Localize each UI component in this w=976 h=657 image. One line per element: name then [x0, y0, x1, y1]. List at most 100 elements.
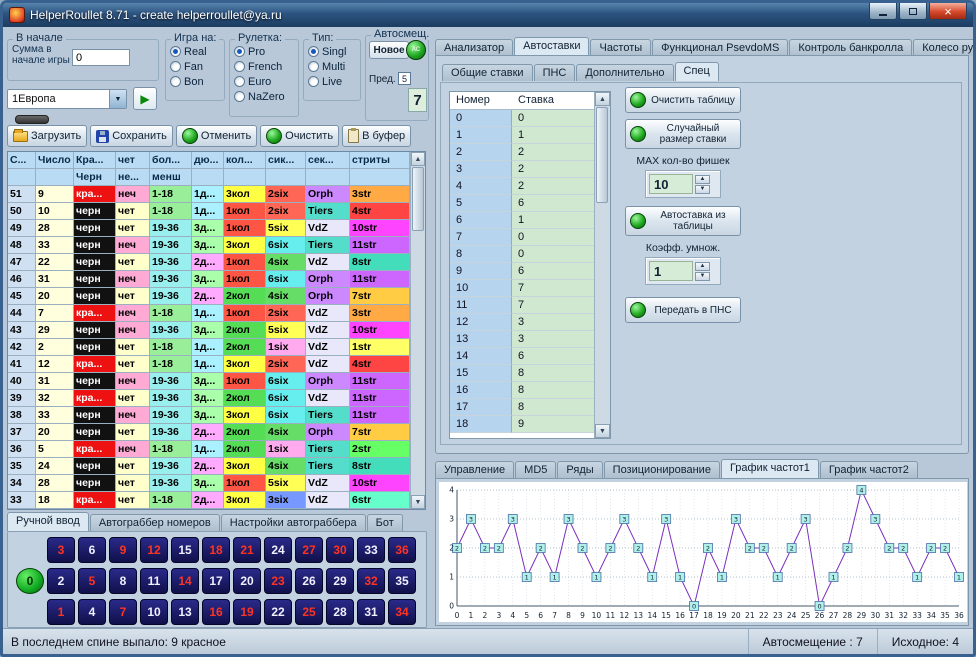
num-cell-3[interactable]: 3 — [47, 537, 75, 563]
num-cell-36[interactable]: 36 — [388, 537, 416, 563]
stake-row-17[interactable]: 178 — [450, 399, 596, 416]
radio-euro[interactable]: Euro — [234, 74, 297, 89]
random-stake-button[interactable]: Случайный размер ставки — [625, 119, 741, 149]
num-cell-0[interactable]: 0 — [16, 568, 44, 594]
num-cell-22[interactable]: 22 — [264, 599, 292, 625]
num-cell-27[interactable]: 27 — [295, 537, 323, 563]
history-row-44[interactable]: 447кра...неч1-181д...1кол2sixVdZ3str — [8, 305, 410, 322]
chart-tab-0[interactable]: Управление — [435, 461, 514, 478]
history-row-43[interactable]: 4329черннеч19-363д...2кол5sixVdZ10str — [8, 322, 410, 339]
stake-row-3[interactable]: 32 — [450, 161, 596, 178]
main-tab-2[interactable]: Частоты — [590, 39, 651, 56]
stake-row-10[interactable]: 107 — [450, 280, 596, 297]
stake-row-16[interactable]: 168 — [450, 382, 596, 399]
stake-row-14[interactable]: 146 — [450, 348, 596, 365]
history-row-38[interactable]: 3833черннеч19-363д...3кол6sixTiers11str — [8, 407, 410, 424]
stake-row-8[interactable]: 80 — [450, 246, 596, 263]
max-chips-value[interactable]: 10 — [649, 174, 693, 194]
save-button[interactable]: Сохранить — [90, 125, 173, 147]
num-cell-34[interactable]: 34 — [388, 599, 416, 625]
num-cell-8[interactable]: 8 — [109, 568, 137, 594]
radio-real[interactable]: Real — [170, 44, 223, 59]
autoshift-icon[interactable] — [406, 40, 426, 60]
num-cell-15[interactable]: 15 — [171, 537, 199, 563]
history-row-49[interactable]: 4928чернчет19-363д...1кол5sixVdZ10str — [8, 220, 410, 237]
clear-button[interactable]: Очистить — [260, 125, 339, 147]
collapse-button[interactable] — [15, 115, 49, 124]
sub-tab-2[interactable]: Дополнительно — [576, 64, 673, 81]
num-cell-35[interactable]: 35 — [388, 568, 416, 594]
stepper-down-icon[interactable]: ▼ — [695, 185, 710, 194]
radio-live[interactable]: Live — [308, 74, 359, 89]
undo-button[interactable]: Отменить — [176, 125, 257, 147]
num-cell-28[interactable]: 28 — [326, 599, 354, 625]
chart-tab-5[interactable]: График частот2 — [820, 461, 918, 478]
maximize-button[interactable] — [899, 3, 927, 20]
radio-nazero[interactable]: NaZero — [234, 89, 297, 104]
stake-row-1[interactable]: 11 — [450, 127, 596, 144]
num-cell-19[interactable]: 19 — [233, 599, 261, 625]
main-tab-0[interactable]: Анализатор — [435, 39, 513, 56]
close-button[interactable]: × — [929, 3, 967, 20]
history-row-39[interactable]: 3932кра...чет19-363д...2кол6sixVdZ11str — [8, 390, 410, 407]
num-cell-5[interactable]: 5 — [78, 568, 106, 594]
stake-row-9[interactable]: 96 — [450, 263, 596, 280]
radio-multi[interactable]: Multi — [308, 59, 359, 74]
chart-tab-4[interactable]: График частот1 — [721, 459, 819, 478]
history-row-51[interactable]: 519кра...неч1-181д...3кол2sixOrph3str — [8, 186, 410, 203]
stake-row-6[interactable]: 61 — [450, 212, 596, 229]
history-row-35[interactable]: 3524чернчет19-362д...3кол4sixTiers8str — [8, 458, 410, 475]
num-cell-29[interactable]: 29 — [326, 568, 354, 594]
radio-french[interactable]: French — [234, 59, 297, 74]
num-cell-10[interactable]: 10 — [140, 599, 168, 625]
stake-row-15[interactable]: 158 — [450, 365, 596, 382]
chart-tab-1[interactable]: MD5 — [515, 461, 556, 478]
autostake-button[interactable]: Автоставка из таблицы — [625, 206, 741, 236]
clear-table-button[interactable]: Очистить таблицу — [625, 87, 741, 113]
input-tab-2[interactable]: Настройки автограббера — [221, 514, 366, 531]
minimize-button[interactable] — [869, 3, 897, 20]
stake-row-7[interactable]: 70 — [450, 229, 596, 246]
num-cell-21[interactable]: 21 — [233, 537, 261, 563]
start-sum-input[interactable] — [72, 49, 130, 66]
num-cell-11[interactable]: 11 — [140, 568, 168, 594]
stepper-up-icon[interactable]: ▲ — [695, 175, 710, 184]
num-cell-25[interactable]: 25 — [295, 599, 323, 625]
scroll-down-icon[interactable]: ▼ — [595, 424, 610, 438]
num-cell-12[interactable]: 12 — [140, 537, 168, 563]
history-row-34[interactable]: 3428чернчет19-363д...1кол5sixVdZ10str — [8, 475, 410, 492]
main-tab-5[interactable]: Колесо ру — [913, 39, 973, 56]
radio-fan[interactable]: Fan — [170, 59, 223, 74]
multiplier-stepper[interactable]: 1 ▲ ▼ — [645, 257, 721, 285]
sub-tab-3[interactable]: Спец — [675, 62, 719, 81]
scroll-down-icon[interactable]: ▼ — [411, 495, 425, 509]
num-cell-17[interactable]: 17 — [202, 568, 230, 594]
num-cell-26[interactable]: 26 — [295, 568, 323, 594]
history-row-42[interactable]: 422чернчет1-181д...2кол1sixVdZ1str — [8, 339, 410, 356]
sub-tab-0[interactable]: Общие ставки — [442, 64, 533, 81]
new-autoshift-button[interactable]: Новое — [369, 41, 409, 59]
stakes-scrollbar[interactable]: ▲ ▼ — [594, 92, 610, 438]
history-row-50[interactable]: 5010чернчет1-181д...1кол2sixTiers4str — [8, 203, 410, 220]
history-scrollbar[interactable]: ▲ ▼ — [410, 152, 425, 509]
num-cell-23[interactable]: 23 — [264, 568, 292, 594]
num-cell-16[interactable]: 16 — [202, 599, 230, 625]
history-row-37[interactable]: 3720чернчет19-362д...2кол4sixOrph7str — [8, 424, 410, 441]
stake-row-12[interactable]: 123 — [450, 314, 596, 331]
chevron-down-icon[interactable]: ▼ — [109, 90, 126, 108]
history-row-48[interactable]: 4833черннеч19-363д...3кол6sixTiers11str — [8, 237, 410, 254]
radio-singl[interactable]: Singl — [308, 44, 359, 59]
num-cell-9[interactable]: 9 — [109, 537, 137, 563]
input-tab-1[interactable]: Автограббер номеров — [90, 514, 220, 531]
radio-bon[interactable]: Bon — [170, 74, 223, 89]
num-cell-33[interactable]: 33 — [357, 537, 385, 563]
main-tab-3[interactable]: Функционал PsevdoMS — [652, 39, 788, 56]
history-row-33[interactable]: 3318кра...чет1-182д...3кол3sixVdZ6str — [8, 492, 410, 509]
main-tab-1[interactable]: Автоставки — [514, 37, 589, 56]
stake-row-5[interactable]: 56 — [450, 195, 596, 212]
stake-row-13[interactable]: 133 — [450, 331, 596, 348]
stake-row-11[interactable]: 117 — [450, 297, 596, 314]
game-variant-select[interactable]: 1Европа ▼ — [7, 89, 127, 109]
radio-pro[interactable]: Pro — [234, 44, 297, 59]
num-cell-14[interactable]: 14 — [171, 568, 199, 594]
